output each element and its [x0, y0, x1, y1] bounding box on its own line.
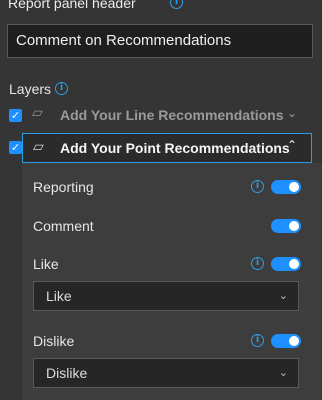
dislike-select[interactable]: Dislike ⌄ — [33, 358, 299, 388]
like-toggle[interactable] — [271, 257, 301, 271]
like-select-value: Like — [46, 288, 72, 304]
layer-name: Add Your Line Recommendations — [60, 107, 284, 123]
info-icon[interactable]: i — [170, 0, 183, 9]
layer-name: Add Your Point Recommendations — [60, 140, 290, 156]
reporting-label: Reporting — [33, 179, 94, 195]
layer-line-checkbox[interactable]: ✓ — [9, 109, 22, 122]
chevron-up-icon[interactable]: ⌃ — [287, 138, 297, 152]
like-label: Like — [33, 256, 59, 272]
polygon-icon: ▱ — [32, 105, 43, 121]
dislike-select-value: Dislike — [46, 365, 88, 381]
comment-toggle[interactable] — [271, 219, 301, 233]
polygon-icon: ▱ — [33, 139, 44, 155]
dislike-toggle[interactable] — [271, 334, 301, 348]
info-icon[interactable]: i — [251, 257, 264, 270]
like-select[interactable]: Like ⌄ — [33, 281, 299, 311]
chevron-down-icon: ⌄ — [278, 289, 288, 302]
layer-point-checkbox[interactable]: ✓ — [9, 141, 22, 154]
layers-label: Layers — [9, 81, 52, 97]
report-panel-header-input[interactable]: Comment on Recommendations — [7, 24, 313, 58]
info-icon[interactable]: i — [55, 82, 68, 95]
info-icon[interactable]: i — [251, 180, 264, 193]
layer-options-panel: Reporting i Comment Like i Like ⌄ Dislik… — [22, 163, 322, 400]
report-panel-header-label: Report panel header — [8, 0, 136, 11]
info-icon[interactable]: i — [251, 334, 264, 347]
layer-item-line[interactable]: ▱ Add Your Line Recommendations ⌄ — [22, 103, 317, 128]
layer-item-point[interactable]: ▱ Add Your Point Recommendations ⌃ — [22, 133, 312, 163]
reporting-toggle[interactable] — [271, 180, 301, 194]
chevron-down-icon: ⌄ — [278, 366, 288, 379]
comment-label: Comment — [33, 218, 94, 234]
dislike-label: Dislike — [33, 333, 75, 349]
chevron-down-icon[interactable]: ⌄ — [287, 106, 297, 120]
